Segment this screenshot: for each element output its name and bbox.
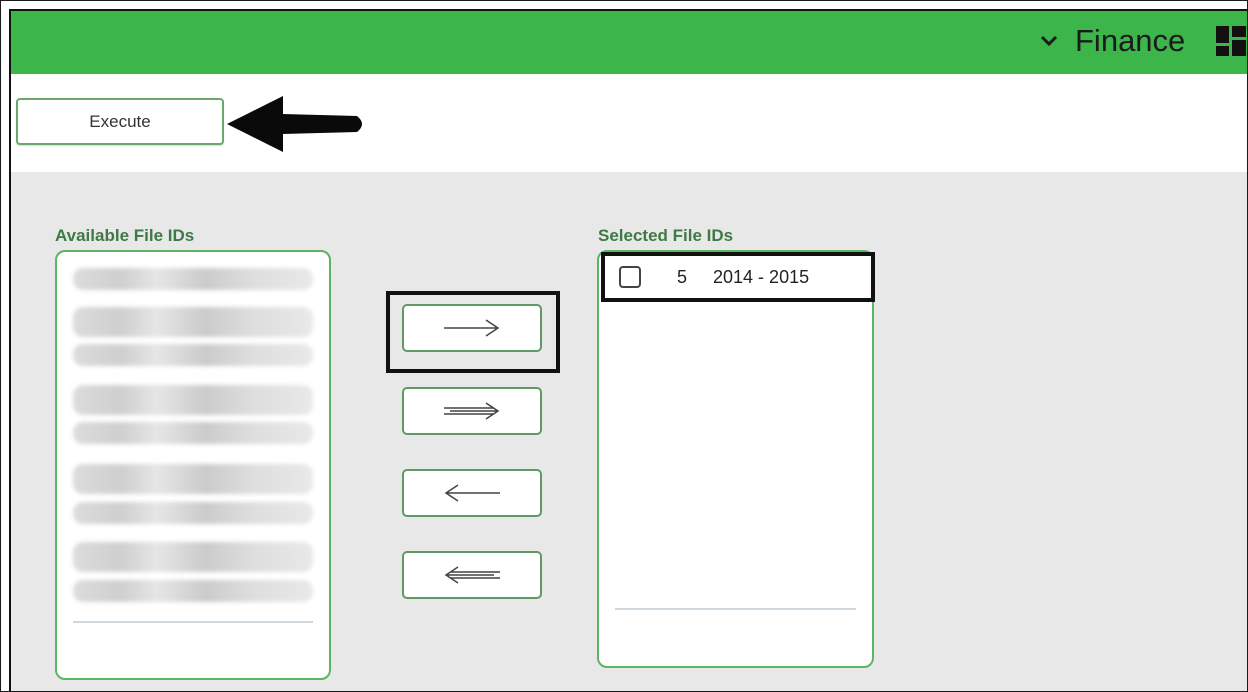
move-selected-left-button[interactable] [402,469,542,517]
highlight-box [386,291,560,373]
top-bar: Finance [9,9,1247,74]
list-divider [73,621,313,623]
apps-grid-icon[interactable] [1216,26,1246,56]
list-item[interactable] [73,385,313,415]
list-item[interactable] [73,502,313,524]
move-all-left-button[interactable] [402,551,542,599]
move-all-right-button[interactable] [402,387,542,435]
list-item[interactable] [73,464,313,494]
execute-button[interactable]: Execute [16,98,224,145]
list-item[interactable] [73,344,313,366]
list-item[interactable] [73,542,313,572]
double-arrow-left-icon [444,566,500,584]
selected-file-ids-title: Selected File IDs [598,226,734,245]
list-item[interactable] [73,307,313,337]
double-arrow-right-icon [444,402,500,420]
available-file-ids-title: Available File IDs [55,226,195,245]
list-divider [615,608,856,610]
list-item[interactable] [73,422,313,444]
available-file-ids-list[interactable] [55,250,331,680]
selected-file-ids-list[interactable] [597,250,874,668]
callout-arrow-icon [227,96,362,152]
list-item[interactable] [73,268,313,290]
chevron-down-icon[interactable] [1031,23,1067,59]
list-item[interactable] [73,580,313,602]
arrow-left-icon [444,484,500,502]
app-name[interactable]: Finance [1075,23,1185,59]
highlight-box [601,252,875,302]
